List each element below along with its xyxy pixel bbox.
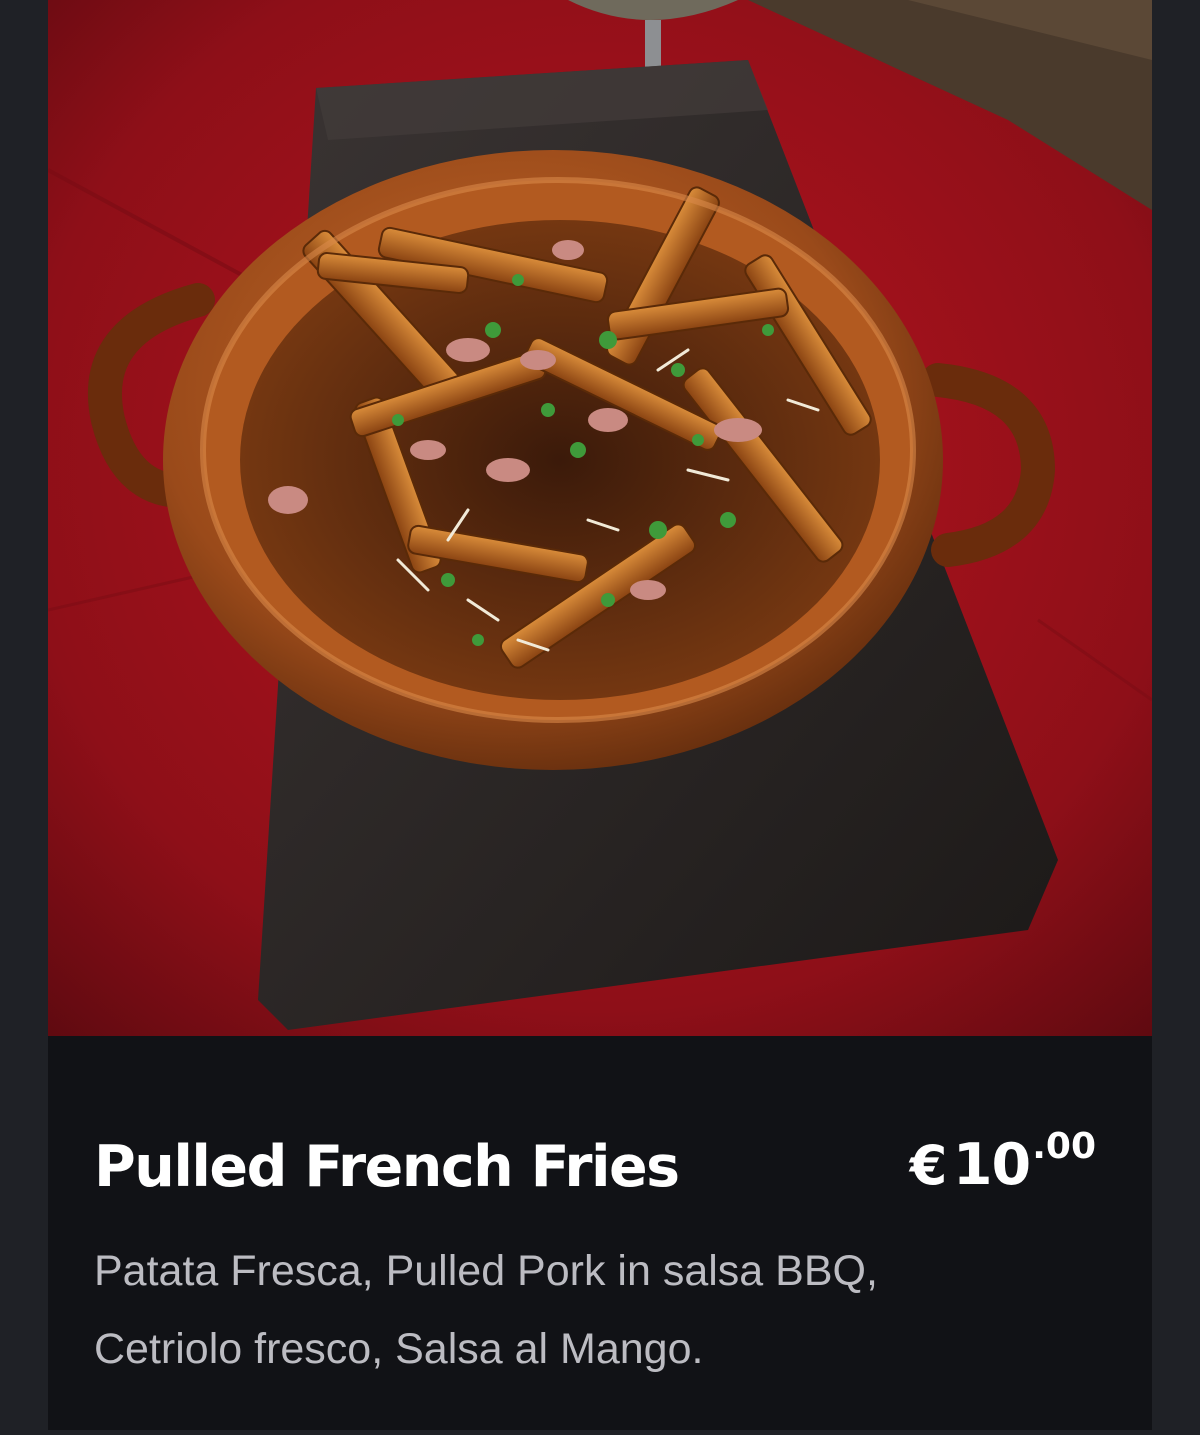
dish-photo: [48, 0, 1152, 1036]
price-currency: €: [909, 1134, 948, 1197]
price-whole: 10: [952, 1132, 1031, 1198]
menu-item-card[interactable]: Pulled French Fries € 10.00 Patata Fresc…: [48, 0, 1152, 1430]
description-line-2: Cetriolo fresco, Salsa al Mango.: [94, 1325, 704, 1373]
dish-description: Patata Fresca, Pulled Pork in salsa BBQ,…: [94, 1232, 1054, 1388]
dish-title: Pulled French Fries: [94, 1134, 680, 1200]
description-line-1: Patata Fresca, Pulled Pork in salsa BBQ,: [94, 1247, 878, 1295]
menu-item-info: Pulled French Fries € 10.00 Patata Fresc…: [48, 1036, 1152, 1430]
dish-price: € 10.00: [909, 1126, 1096, 1214]
price-decimal: .00: [1032, 1126, 1096, 1167]
screen: Pulled French Fries € 10.00 Patata Fresc…: [0, 0, 1200, 1435]
